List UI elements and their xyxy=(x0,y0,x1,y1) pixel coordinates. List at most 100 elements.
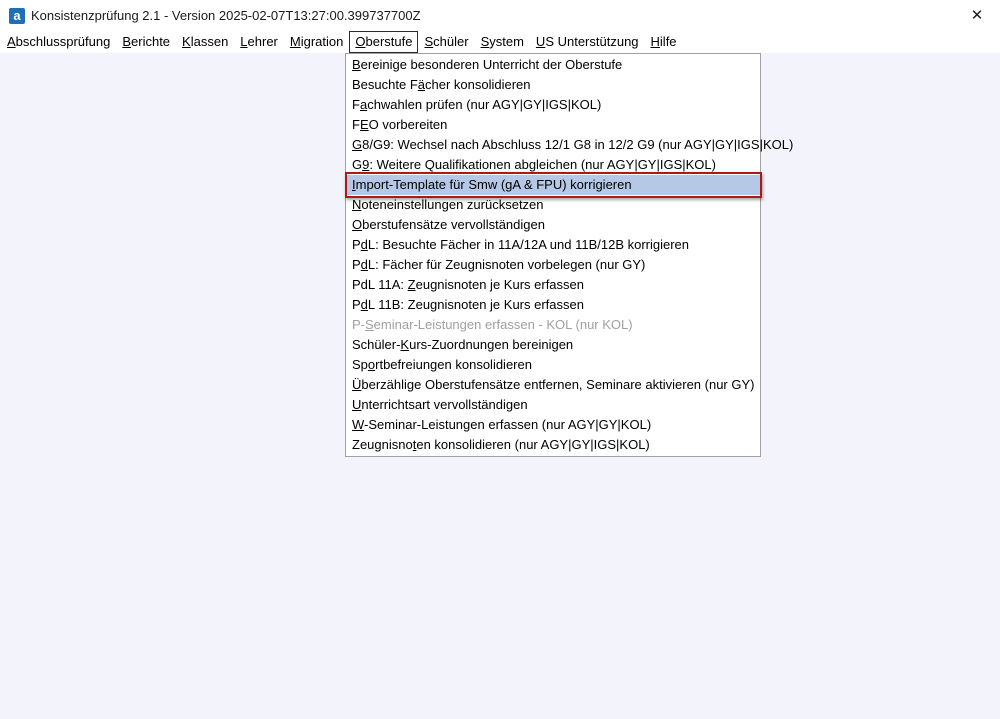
label-text: chüler xyxy=(433,34,469,49)
app-logo-icon: a xyxy=(9,8,25,24)
label-text: eminar-Leistungen erfassen - KOL (nur KO… xyxy=(373,317,633,332)
mnemonic-key: K xyxy=(400,337,410,352)
label-text: ilfe xyxy=(659,34,677,49)
menu-schueler[interactable]: Schüler xyxy=(418,31,474,53)
label-text: P xyxy=(352,237,361,252)
label-text: ereinige besonderen Unterricht der Obers… xyxy=(360,57,623,72)
menu-item-unterrichtsart-vervollstaendigen[interactable]: Unterrichtsart vervollständigen xyxy=(346,395,760,415)
mnemonic-key: U xyxy=(535,34,546,49)
label-text: berzählige Oberstufensätze entfernen, Se… xyxy=(361,377,755,392)
menu-item-bereinige-besonderen-unterricht-der-oberstufe[interactable]: Bereinige besonderen Unterricht der Ober… xyxy=(346,55,760,75)
label-text: igration xyxy=(300,34,344,49)
label-text: cher konsolidieren xyxy=(425,77,531,92)
label-text: mport-Template für Smw (gA & FPU) korrig… xyxy=(355,177,632,192)
mnemonic-key: M xyxy=(289,34,301,49)
label-text: L: Besuchte Fächer in 11A/12A und 11B/12… xyxy=(367,237,690,252)
label-text: L: Fächer für Zeugnisnoten vorbelegen (n… xyxy=(367,257,646,272)
menu-item-zeugnisnoten-konsolidieren-nur-agy-gy-igs-kol[interactable]: Zeugnisnoten konsolidieren (nur AGY|GY|I… xyxy=(346,435,760,455)
menu-bar: Abschlussprüfung Berichte Klassen Lehrer Mig… xyxy=(0,31,1000,53)
mnemonic-key: S xyxy=(480,34,490,49)
menu-hilfe[interactable]: Hilfe xyxy=(645,31,683,53)
menu-item-pdl-besuchte-faecher-in-11a-12a-und-11b-12b-korr[interactable]: PdL: Besuchte Fächer in 11A/12A und 11B/… xyxy=(346,235,760,255)
menu-oberstufe[interactable]: Oberstufe xyxy=(349,31,419,53)
menu-migration[interactable]: Migration xyxy=(284,31,349,53)
mnemonic-key: S xyxy=(365,317,374,332)
menu-item-schueler-kurs-zuordnungen-bereinigen[interactable]: Schüler-Kurs-Zuordnungen bereinigen xyxy=(346,335,760,355)
menu-item-ueberzaehlige-oberstufensaetze-entfernen-seminar[interactable]: Überzählige Oberstufensätze entfernen, S… xyxy=(346,375,760,395)
mnemonic-key: K xyxy=(182,34,191,49)
label-text: erichte xyxy=(131,34,171,49)
label-text: P xyxy=(352,257,361,272)
label-text: PdL 11A: xyxy=(352,277,408,292)
label-text: O vorbereiten xyxy=(368,117,448,132)
menu-item-p-seminar-leistungen-erfassen-kol-nur-kol: P-Seminar-Leistungen erfassen - KOL (nur… xyxy=(346,315,760,335)
label-text: F xyxy=(352,97,360,112)
menu-item-sportbefreiungen-konsolidieren[interactable]: Sportbefreiungen konsolidieren xyxy=(346,355,760,375)
menu-item-oberstufensaetze-vervollstaendigen[interactable]: Oberstufensätze vervollständigen xyxy=(346,215,760,235)
mnemonic-key: ä xyxy=(417,77,425,92)
menu-item-feo-vorbereiten[interactable]: FEO vorbereiten xyxy=(346,115,760,135)
menu-item-besuchte-faecher-konsolidieren[interactable]: Besuchte Fächer konsolidieren xyxy=(346,75,760,95)
menu-item-w-seminar-leistungen-erfassen-nur-agy-gy-kol[interactable]: W-Seminar-Leistungen erfassen (nur AGY|G… xyxy=(346,415,760,435)
label-text: P- xyxy=(352,317,365,332)
label-text: urs-Zuordnungen bereinigen xyxy=(409,337,574,352)
menu-klassen[interactable]: Klassen xyxy=(176,31,234,53)
label-text: chwahlen prüfen (nur AGY|GY|IGS|KOL) xyxy=(367,97,602,112)
mnemonic-key: O xyxy=(355,34,366,49)
label-text: ehrer xyxy=(247,34,278,49)
mnemonic-key: L xyxy=(240,34,248,49)
menu-item-import-template-fuer-smw-ga-fpu-korrigieren[interactable]: Import-Template für Smw (gA & FPU) korri… xyxy=(345,172,762,198)
mnemonic-key: H xyxy=(650,34,660,49)
label-text: F xyxy=(352,117,360,132)
label-text: P xyxy=(352,297,361,312)
label-text: G xyxy=(352,157,363,172)
mnemonic-key: S xyxy=(424,34,434,49)
menu-item-pdl-faecher-fuer-zeugnisnoten-vorbelegen-nur-gy[interactable]: PdL: Fächer für Zeugnisnoten vorbelegen … xyxy=(346,255,760,275)
menu-lehrer[interactable]: Lehrer xyxy=(234,31,284,53)
label-text: ystem xyxy=(489,34,524,49)
menu-item-noteneinstellungen-zuruecksetzen[interactable]: Noteneinstellungen zurücksetzen xyxy=(346,195,760,215)
mnemonic-key: B xyxy=(122,34,132,49)
mnemonic-key: G xyxy=(352,137,363,152)
mnemonic-key: d xyxy=(360,297,368,312)
label-text: rtbefreiungen konsolidieren xyxy=(375,357,532,372)
label-text: -Seminar-Leistungen erfassen (nur AGY|GY… xyxy=(364,417,652,432)
label-text: lassen xyxy=(190,34,229,49)
oberstufe-dropdown-menu: Bereinige besonderen Unterricht der Ober… xyxy=(345,53,793,457)
label-text: bschlussprüfung xyxy=(15,34,111,49)
label-text: S Unterstützung xyxy=(545,34,639,49)
mnemonic-key: d xyxy=(360,257,368,272)
mnemonic-key: A xyxy=(7,34,16,49)
menu-us-unterstuetzung[interactable]: US Unterstützung xyxy=(530,31,645,53)
menu-berichte[interactable]: Berichte xyxy=(116,31,176,53)
label-text: Besuchte F xyxy=(352,77,418,92)
label-text: berstufensätze vervollständigen xyxy=(362,217,545,232)
menu-item-g8-g9-wechsel-nach-abschluss-12-1-g8-in-12-2-g9-[interactable]: G8/G9: Wechsel nach Abschluss 12/1 G8 in… xyxy=(346,135,793,155)
label-text: Zeugnisno xyxy=(352,437,413,452)
label-text: berstufe xyxy=(365,34,413,49)
label-text: L 11B: Zeugnisnoten je Kurs erfassen xyxy=(367,297,584,312)
close-icon[interactable]: ✕ xyxy=(954,0,1000,31)
label-text: : Weitere Qualifikationen abgleichen (nu… xyxy=(369,157,716,172)
mnemonic-key: Ü xyxy=(352,377,362,392)
mnemonic-key: O xyxy=(352,217,363,232)
menu-item-g9-weitere-qualifikationen-abgleichen-nur-agy-gy[interactable]: G9: Weitere Qualifikationen abgleichen (… xyxy=(346,155,760,175)
title-bar[interactable]: a Konsistenzprüfung 2.1 - Version 2025-0… xyxy=(0,0,1000,31)
window-title: Konsistenzprüfung 2.1 - Version 2025-02-… xyxy=(31,8,421,23)
mnemonic-key: B xyxy=(352,57,361,72)
mnemonic-key: U xyxy=(352,397,362,412)
menu-system[interactable]: System xyxy=(475,31,530,53)
label-text: oteneinstellungen zurücksetzen xyxy=(361,197,544,212)
mnemonic-key: d xyxy=(360,237,368,252)
menu-item-pdl-11b-zeugnisnoten-je-kurs-erfassen[interactable]: PdL 11B: Zeugnisnoten je Kurs erfassen xyxy=(346,295,760,315)
mnemonic-key: N xyxy=(352,197,362,212)
menu-abschlusspruefung[interactable]: Abschlussprüfung xyxy=(0,31,116,53)
label-text: 8/G9: Wechsel nach Abschluss 12/1 G8 in … xyxy=(362,137,794,152)
mnemonic-key: W xyxy=(352,417,365,432)
mnemonic-key: E xyxy=(359,117,369,132)
menu-item-fachwahlen-pruefen-nur-agy-gy-igs-kol[interactable]: Fachwahlen prüfen (nur AGY|GY|IGS|KOL) xyxy=(346,95,760,115)
application-window: a Konsistenzprüfung 2.1 - Version 2025-0… xyxy=(0,0,1000,719)
label-text: en konsolidieren (nur AGY|GY|IGS|KOL) xyxy=(416,437,650,452)
menu-item-pdl-11a-zeugnisnoten-je-kurs-erfassen[interactable]: PdL 11A: Zeugnisnoten je Kurs erfassen xyxy=(346,275,760,295)
label-text: Sp xyxy=(352,357,368,372)
